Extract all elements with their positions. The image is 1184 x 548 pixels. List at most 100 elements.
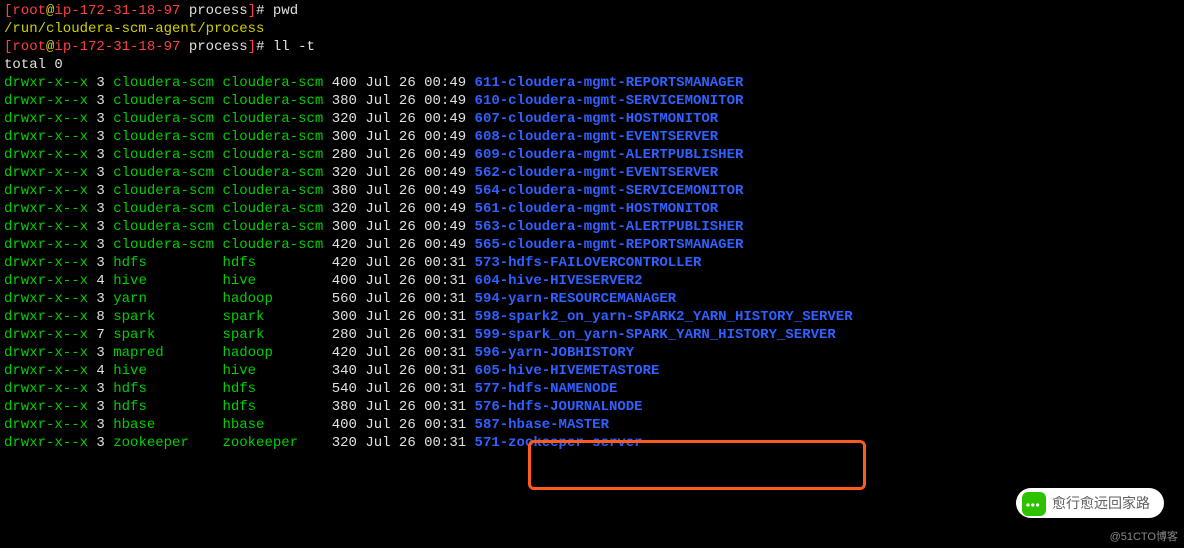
- list-row: drwxr-x--x 3 cloudera-scm cloudera-scm 3…: [4, 200, 1180, 218]
- permissions: drwxr-x--x: [4, 291, 88, 307]
- date: Jul 26 00:31: [365, 327, 466, 343]
- list-row: drwxr-x--x 3 cloudera-scm cloudera-scm 3…: [4, 164, 1180, 182]
- owner-group: hdfs hdfs: [113, 399, 323, 415]
- owner-group: cloudera-scm cloudera-scm: [113, 75, 323, 91]
- wechat-label: 愈行愈远回家路: [1052, 494, 1150, 512]
- size: 420: [332, 345, 357, 361]
- owner-group: cloudera-scm cloudera-scm: [113, 219, 323, 235]
- list-row: drwxr-x--x 3 cloudera-scm cloudera-scm 3…: [4, 92, 1180, 110]
- size: 300: [332, 219, 357, 235]
- permissions: drwxr-x--x: [4, 399, 88, 415]
- dir-name: 610-cloudera-mgmt-SERVICEMONITOR: [475, 93, 744, 109]
- size: 380: [332, 399, 357, 415]
- list-row: drwxr-x--x 3 cloudera-scm cloudera-scm 4…: [4, 74, 1180, 92]
- date: Jul 26 00:31: [365, 345, 466, 361]
- size: 400: [332, 417, 357, 433]
- dir-name: 607-cloudera-mgmt-HOSTMONITOR: [475, 111, 719, 127]
- link-count: 3: [96, 201, 104, 217]
- date: Jul 26 00:31: [365, 291, 466, 307]
- list-row: drwxr-x--x 3 mapred hadoop 420 Jul 26 00…: [4, 344, 1180, 362]
- link-count: 3: [96, 183, 104, 199]
- size: 380: [332, 93, 357, 109]
- link-count: 3: [96, 255, 104, 271]
- prompt-dir: process: [189, 39, 248, 55]
- link-count: 4: [96, 363, 104, 379]
- command-text: ll -t: [273, 39, 315, 55]
- date: Jul 26 00:49: [365, 219, 466, 235]
- owner-group: cloudera-scm cloudera-scm: [113, 201, 323, 217]
- terminal[interactable]: [root@ip-172-31-18-97 process]# pwd/run/…: [0, 0, 1184, 454]
- owner-group: mapred hadoop: [113, 345, 323, 361]
- link-count: 3: [96, 93, 104, 109]
- list-row: drwxr-x--x 3 zookeeper zookeeper 320 Jul…: [4, 434, 1180, 452]
- date: Jul 26 00:49: [365, 183, 466, 199]
- dir-name: 611-cloudera-mgmt-REPORTSMANAGER: [475, 75, 744, 91]
- dir-name: 563-cloudera-mgmt-ALERTPUBLISHER: [475, 219, 744, 235]
- date: Jul 26 00:49: [365, 165, 466, 181]
- permissions: drwxr-x--x: [4, 363, 88, 379]
- date: Jul 26 00:49: [365, 75, 466, 91]
- date: Jul 26 00:49: [365, 129, 466, 145]
- owner-group: spark spark: [113, 309, 323, 325]
- link-count: 3: [96, 147, 104, 163]
- permissions: drwxr-x--x: [4, 219, 88, 235]
- list-row: drwxr-x--x 7 spark spark 280 Jul 26 00:3…: [4, 326, 1180, 344]
- permissions: drwxr-x--x: [4, 111, 88, 127]
- permissions: drwxr-x--x: [4, 147, 88, 163]
- dir-name: 599-spark_on_yarn-SPARK_YARN_HISTORY_SER…: [475, 327, 836, 343]
- owner-group: cloudera-scm cloudera-scm: [113, 165, 323, 181]
- date: Jul 26 00:31: [365, 399, 466, 415]
- list-row: drwxr-x--x 3 cloudera-scm cloudera-scm 4…: [4, 236, 1180, 254]
- date: Jul 26 00:31: [365, 435, 466, 451]
- owner-group: hdfs hdfs: [113, 255, 323, 271]
- dir-name: 609-cloudera-mgmt-ALERTPUBLISHER: [475, 147, 744, 163]
- permissions: drwxr-x--x: [4, 327, 88, 343]
- owner-group: cloudera-scm cloudera-scm: [113, 129, 323, 145]
- list-row: drwxr-x--x 3 cloudera-scm cloudera-scm 3…: [4, 218, 1180, 236]
- permissions: drwxr-x--x: [4, 417, 88, 433]
- dir-name: 587-hbase-MASTER: [475, 417, 609, 433]
- owner-group: zookeeper zookeeper: [113, 435, 323, 451]
- owner-group: hbase hbase: [113, 417, 323, 433]
- dir-name: 598-spark2_on_yarn-SPARK2_YARN_HISTORY_S…: [475, 309, 853, 325]
- dir-name: 562-cloudera-mgmt-EVENTSERVER: [475, 165, 719, 181]
- list-row: drwxr-x--x 3 cloudera-scm cloudera-scm 3…: [4, 128, 1180, 146]
- prompt-host: ip-172-31-18-97: [54, 3, 180, 19]
- permissions: drwxr-x--x: [4, 129, 88, 145]
- dir-name: 608-cloudera-mgmt-EVENTSERVER: [475, 129, 719, 145]
- date: Jul 26 00:31: [365, 381, 466, 397]
- size: 560: [332, 291, 357, 307]
- owner-group: cloudera-scm cloudera-scm: [113, 111, 323, 127]
- permissions: drwxr-x--x: [4, 165, 88, 181]
- permissions: drwxr-x--x: [4, 345, 88, 361]
- link-count: 3: [96, 75, 104, 91]
- wechat-bubble: 愈行愈远回家路: [1016, 488, 1164, 518]
- link-count: 3: [96, 417, 104, 433]
- list-row: drwxr-x--x 8 spark spark 300 Jul 26 00:3…: [4, 308, 1180, 326]
- size: 380: [332, 183, 357, 199]
- dir-name: 604-hive-HIVESERVER2: [475, 273, 643, 289]
- link-count: 3: [96, 399, 104, 415]
- owner-group: hdfs hdfs: [113, 381, 323, 397]
- prompt-symbol: #: [256, 39, 273, 55]
- prompt-host: ip-172-31-18-97: [54, 39, 180, 55]
- size: 400: [332, 273, 357, 289]
- size: 320: [332, 165, 357, 181]
- watermark: @51CTO博客: [1110, 528, 1178, 546]
- owner-group: cloudera-scm cloudera-scm: [113, 237, 323, 253]
- dir-name: 561-cloudera-mgmt-HOSTMONITOR: [475, 201, 719, 217]
- list-row: drwxr-x--x 3 cloudera-scm cloudera-scm 3…: [4, 182, 1180, 200]
- dir-name: 594-yarn-RESOURCEMANAGER: [475, 291, 677, 307]
- link-count: 3: [96, 219, 104, 235]
- owner-group: hive hive: [113, 273, 323, 289]
- link-count: 4: [96, 273, 104, 289]
- size: 300: [332, 309, 357, 325]
- link-count: 3: [96, 165, 104, 181]
- date: Jul 26 00:31: [365, 309, 466, 325]
- dir-name: 596-yarn-JOBHISTORY: [475, 345, 635, 361]
- list-row: drwxr-x--x 3 hdfs hdfs 540 Jul 26 00:31 …: [4, 380, 1180, 398]
- link-count: 8: [96, 309, 104, 325]
- date: Jul 26 00:49: [365, 237, 466, 253]
- link-count: 3: [96, 435, 104, 451]
- link-count: 7: [96, 327, 104, 343]
